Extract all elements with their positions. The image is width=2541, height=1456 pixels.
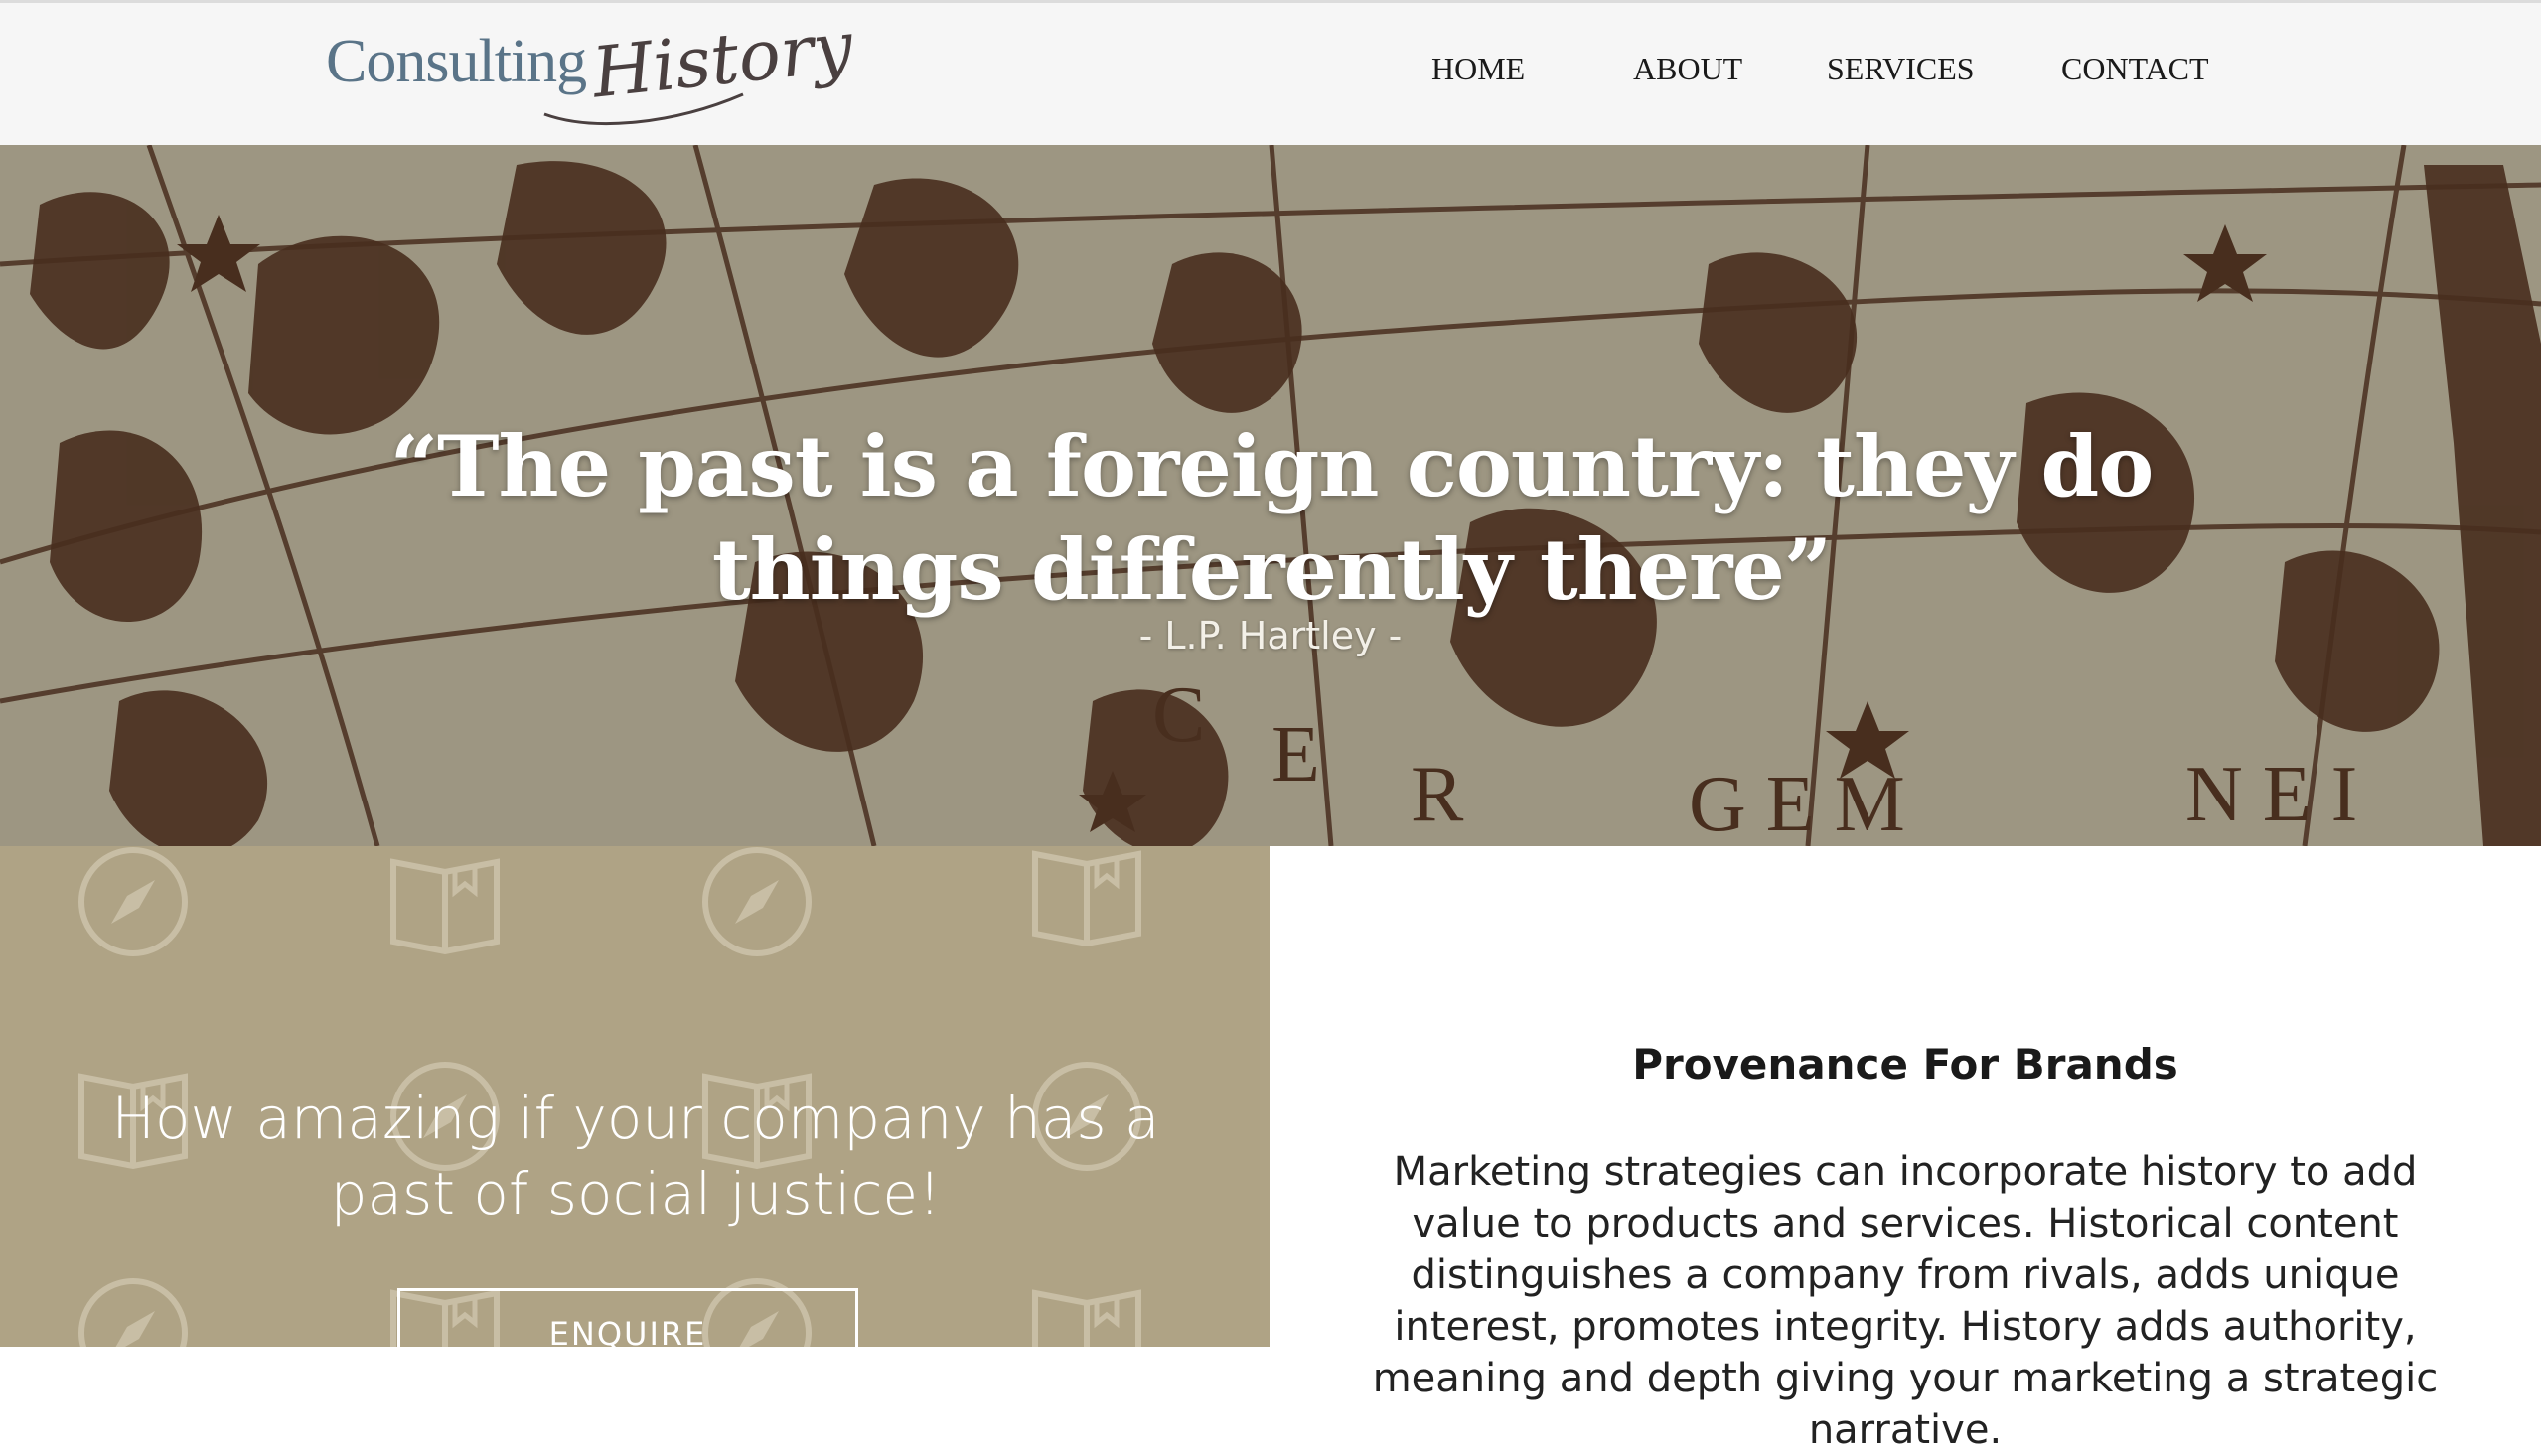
promo-tagline: How amazing if your company has a past o… xyxy=(111,1085,1160,1228)
hero-banner: C E R G E M N E I “The past is a foreign… xyxy=(0,145,2541,846)
compass-icon xyxy=(81,1281,185,1347)
section-body: Marketing strategies can incorporate his… xyxy=(1372,1149,2439,1453)
main-nav: HOME ABOUT SERVICES CONTACT xyxy=(0,51,2541,98)
compass-icon xyxy=(705,850,809,953)
hero-quote: “The past is a foreign country: they do … xyxy=(389,417,2155,620)
open-book-icon xyxy=(1035,1293,1138,1347)
enquire-button[interactable]: ENQUIRE xyxy=(397,1288,858,1347)
provenance-section: Provenance For Brands Marketing strategi… xyxy=(1270,846,2541,1453)
site-header: Consulting History HOME ABOUT SERVICES C… xyxy=(0,0,2541,145)
nav-home[interactable]: HOME xyxy=(1431,51,1525,87)
nav-about[interactable]: ABOUT xyxy=(1633,51,1742,87)
section-title: Provenance For Brands xyxy=(1632,1039,2178,1089)
nav-contact[interactable]: CONTACT xyxy=(2061,51,2209,87)
nav-services[interactable]: SERVICES xyxy=(1827,51,1975,87)
promo-panel: How amazing if your company has a past o… xyxy=(0,846,1270,1347)
open-book-icon xyxy=(1035,854,1138,944)
hero-attribution: - L.P. Hartley - xyxy=(1138,614,1403,657)
open-book-icon xyxy=(393,862,497,951)
compass-icon xyxy=(81,850,185,953)
